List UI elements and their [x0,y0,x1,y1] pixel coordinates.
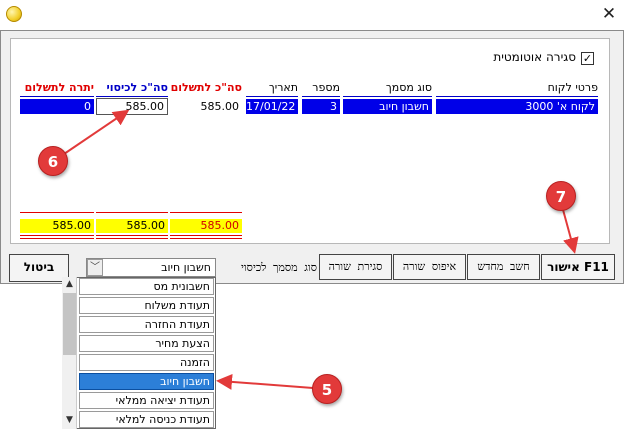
callout-7-arrow [561,205,579,254]
callout-5-badge: 5 [312,374,342,404]
callout-5-arrow [216,373,314,390]
callout-6-arrow [63,109,130,155]
callout-arrows [63,109,579,390]
callout-7-badge: 7 [546,181,576,211]
callout-6-badge: 6 [38,146,68,176]
